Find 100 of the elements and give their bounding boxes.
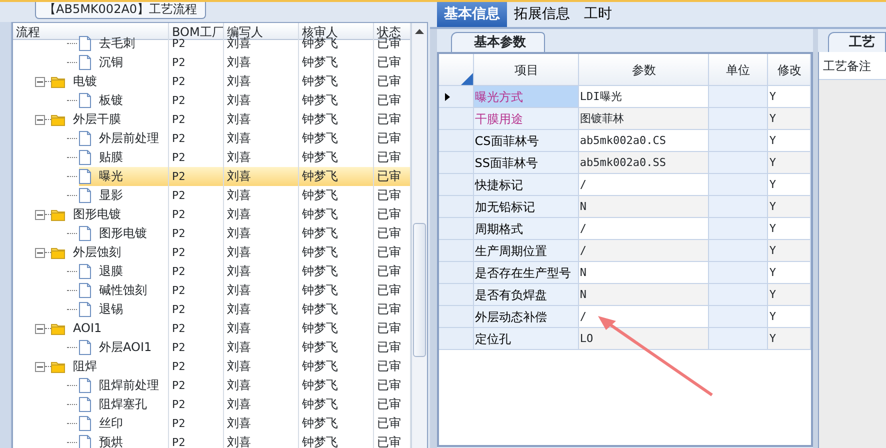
row-header[interactable] [439,86,474,107]
collapse-icon[interactable] [35,210,45,220]
collapse-icon[interactable] [35,114,45,124]
table-cell: 钟梦飞 [299,224,374,243]
folder-icon [51,114,65,126]
tree-node-label[interactable]: 图形电镀 [97,224,149,243]
table-cell: P2 [169,186,224,205]
table-cell: P2 [169,243,224,262]
table-cell: Y [768,130,811,151]
table-cell: P2 [169,110,224,129]
column-header: 单位 [708,54,768,85]
splitter[interactable] [813,29,818,448]
table-cell: P2 [169,433,224,448]
table-cell: P2 [169,319,224,338]
row-label: 快捷标记 [474,174,579,195]
file-icon [79,188,91,203]
table-cell: 钟梦飞 [299,91,374,110]
table-cell: 钟梦飞 [299,414,374,433]
side-tab[interactable]: 工艺 [828,32,886,52]
file-icon [79,131,91,146]
file-icon [79,416,91,431]
tree-node-label[interactable]: 预烘 [97,433,125,448]
table-cell: P2 [169,91,224,110]
table-cell: 已审 [374,167,411,186]
table-cell: 刘喜 [224,433,299,448]
tree-node-label[interactable]: 阻焊前处理 [97,376,161,395]
row-label: 定位孔 [474,328,579,349]
tab[interactable]: 拓展信息 [507,2,577,27]
table-cell: 钟梦飞 [299,110,374,129]
scroll-thumb[interactable] [413,223,426,357]
table-cell: 刘喜 [224,72,299,91]
table-cell: 刘喜 [224,262,299,281]
table-cell: 钟梦飞 [299,300,374,319]
row-label: 加无铅标记 [474,196,579,217]
group-title: 【AB5MK002A0】工艺流程 [35,2,206,19]
file-icon [79,302,91,317]
tree-node-label[interactable]: 外层前处理 [97,129,161,148]
table-cell: P2 [169,53,224,72]
table-cell: 刘喜 [224,243,299,262]
table-cell: 刘喜 [224,319,299,338]
table-cell: Y [768,284,811,305]
tree-node-label[interactable]: 沉铜 [97,53,125,72]
collapse-icon[interactable] [35,76,45,86]
table-cell: N [578,196,709,217]
tree-node-label[interactable]: 外层蚀刻 [71,243,123,262]
row-label: 是否存在生产型号 [474,262,579,283]
table-cell: 钟梦飞 [299,357,374,376]
tree-node-label[interactable]: 外层干膜 [71,110,123,129]
row-label: 干膜用途 [474,108,579,129]
tree-node-label[interactable]: 电镀 [71,72,99,91]
table-cell: 刘喜 [224,357,299,376]
table-cell: Y [768,108,811,129]
table-cell: P2 [169,338,224,357]
tree-node-label[interactable]: 阻焊 [71,357,99,376]
collapse-icon[interactable] [35,362,45,372]
table-cell: 钟梦飞 [299,262,374,281]
tree-node-label[interactable]: 贴膜 [97,148,125,167]
table-cell: 钟梦飞 [299,338,374,357]
scrollbar[interactable] [411,23,427,448]
table-cell: ab5mk002a0.SS [578,152,709,173]
row-label: 曝光方式 [474,86,579,107]
collapse-icon[interactable] [35,324,45,334]
file-icon [79,36,91,51]
table-cell: LO [578,328,709,349]
tab[interactable]: 基本信息 [437,2,507,27]
file-icon [79,397,91,412]
tree-node-label[interactable]: 图形电镀 [71,205,123,224]
tree-node-label[interactable]: AOI1 [71,319,104,338]
scroll-up-icon[interactable] [415,29,424,34]
table-cell: 图镀菲林 [578,108,709,129]
table-cell: 钟梦飞 [299,205,374,224]
table-cell: 钟梦飞 [299,395,374,414]
file-icon [79,378,91,393]
tree-node-label[interactable]: 退锡 [97,300,125,319]
table-cell: 刘喜 [224,376,299,395]
sub-tab[interactable]: 基本参数 [451,32,545,52]
table-cell: 钟梦飞 [299,319,374,338]
row-label: 外层动态补偿 [474,306,579,327]
tree-node-label[interactable]: 板镀 [97,91,125,110]
table-cell: P2 [169,262,224,281]
corner-triangle-icon [460,73,473,85]
file-icon [79,226,91,241]
tree-node-label[interactable]: 碱性蚀刻 [97,281,149,300]
tab[interactable]: 工时 [577,2,619,27]
table-cell: P2 [169,357,224,376]
tree-node-label[interactable]: 显影 [97,186,125,205]
folder-icon [51,208,65,220]
tree-node-label[interactable]: 阻焊塞孔 [97,395,149,414]
tree-node-label[interactable]: 外层AOI1 [97,338,154,357]
tree-node-label[interactable]: 退膜 [97,262,125,281]
row-label: 是否有负焊盘 [474,284,579,305]
table-cell: P2 [169,281,224,300]
tree-node-label[interactable]: 丝印 [97,414,125,433]
table-cell: 钟梦飞 [299,433,374,448]
table-cell: / [578,240,709,261]
file-icon [79,340,91,355]
collapse-icon[interactable] [35,248,45,258]
table-cell: P2 [169,300,224,319]
table-cell: 刘喜 [224,53,299,72]
file-icon [79,93,91,108]
